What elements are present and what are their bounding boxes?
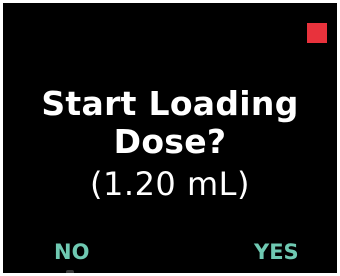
- prompt-title-line-1: Start Loading: [41, 84, 299, 123]
- dose-volume: (1.20 mL): [90, 165, 250, 203]
- screen-edge-marker: [66, 270, 74, 273]
- device-screen: Start Loading Dose? (1.20 mL) NO YES: [3, 3, 337, 273]
- yes-button[interactable]: YES: [254, 239, 299, 265]
- prompt-title: Start Loading Dose?: [3, 85, 337, 161]
- prompt-title-line-2: Dose?: [113, 122, 227, 161]
- no-button[interactable]: NO: [54, 239, 89, 265]
- loading-dose-prompt: Start Loading Dose? (1.20 mL): [3, 85, 337, 204]
- red-square-indicator-icon: [307, 23, 327, 43]
